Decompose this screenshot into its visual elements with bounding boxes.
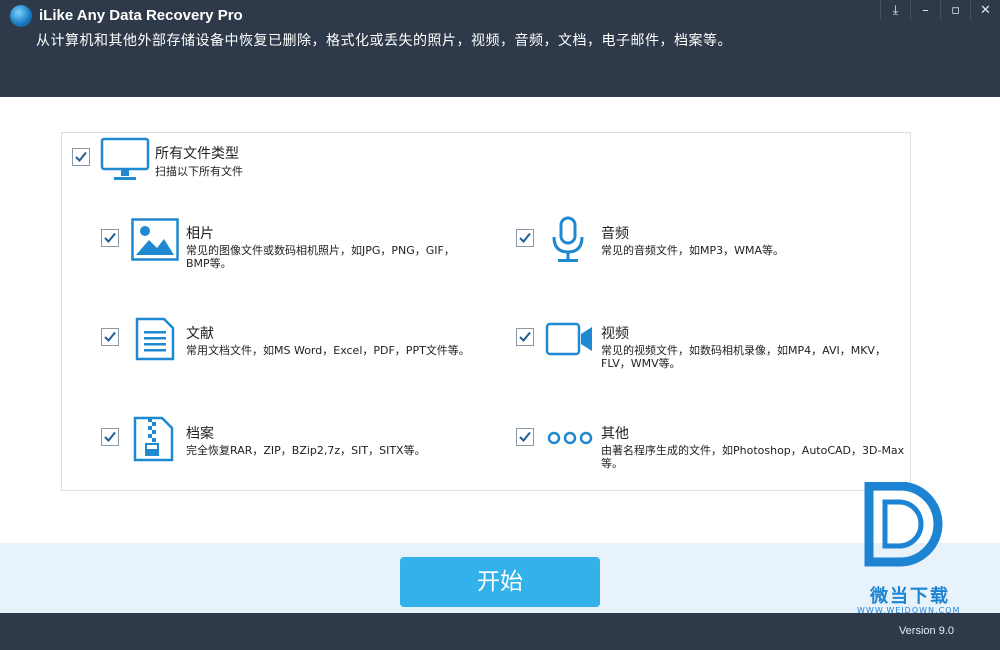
- more-icon: [547, 430, 593, 450]
- file-type-group: 所有文件类型 扫描以下所有文件 相片 常见的图像文件或数码相机照片，如JPG，P…: [61, 132, 911, 491]
- video-desc: 常见的视频文件，如数码相机录像，如MP4，AVI，MKV，FLV，WMV等。: [601, 344, 886, 370]
- all-types-title: 所有文件类型: [155, 146, 239, 162]
- archive-file-icon: [132, 416, 176, 466]
- photo-desc: 常见的图像文件或数码相机照片，如JPG，PNG，GIF，BMP等。: [186, 244, 455, 270]
- document-checkbox[interactable]: [101, 328, 119, 346]
- audio-title: 音频: [601, 226, 629, 242]
- close-button[interactable]: ✕: [970, 0, 1000, 20]
- minimize-button[interactable]: –: [910, 0, 940, 20]
- all-types-checkbox[interactable]: [72, 148, 90, 166]
- app-title: iLike Any Data Recovery Pro: [39, 7, 243, 24]
- audio-desc: 常见的音频文件，如MP3，WMA等。: [601, 244, 785, 257]
- archive-desc: 完全恢复RAR，ZIP，BZip2,7z，SIT，SITX等。: [186, 444, 426, 457]
- document-title: 文献: [186, 326, 214, 342]
- maximize-button[interactable]: ▫: [940, 0, 970, 20]
- main-panel: 所有文件类型 扫描以下所有文件 相片 常见的图像文件或数码相机照片，如JPG，P…: [0, 97, 1000, 543]
- video-title: 视频: [601, 326, 629, 342]
- window-controls: ⤓ – ▫ ✕: [880, 0, 1000, 20]
- other-title: 其他: [601, 426, 629, 442]
- app-subtitle: 从计算机和其他外部存储设备中恢复已删除，格式化或丢失的照片，视频，音频，文档，电…: [36, 33, 732, 49]
- download-icon[interactable]: ⤓: [880, 0, 910, 20]
- version-label: Version 9.0: [898, 625, 954, 637]
- video-checkbox[interactable]: [516, 328, 534, 346]
- image-icon: [131, 218, 179, 266]
- archive-checkbox[interactable]: [101, 428, 119, 446]
- video-camera-icon: [545, 321, 595, 361]
- other-checkbox[interactable]: [516, 428, 534, 446]
- title-bar: iLike Any Data Recovery Pro 从计算机和其他外部存储设…: [0, 0, 1000, 97]
- photo-checkbox[interactable]: [101, 229, 119, 247]
- other-desc: 由著名程序生成的文件，如Photoshop，AutoCAD，3D-Max等。: [601, 444, 905, 470]
- start-button[interactable]: 开始: [400, 557, 600, 607]
- app-logo-icon: [10, 5, 32, 27]
- monitor-icon: [100, 137, 150, 187]
- watermark-url: WWW.WEIDOWN.COM: [857, 606, 961, 615]
- document-desc: 常用文档文件，如MS Word，Excel，PDF，PPT文件等。: [186, 344, 470, 357]
- status-bar: Version 9.0: [0, 613, 1000, 650]
- photo-title: 相片: [186, 226, 214, 242]
- all-types-desc: 扫描以下所有文件: [155, 165, 243, 178]
- archive-title: 档案: [186, 426, 214, 442]
- document-icon: [134, 317, 176, 365]
- audio-checkbox[interactable]: [516, 229, 534, 247]
- watermark-text: 微当下载: [870, 586, 950, 607]
- microphone-icon: [549, 216, 587, 268]
